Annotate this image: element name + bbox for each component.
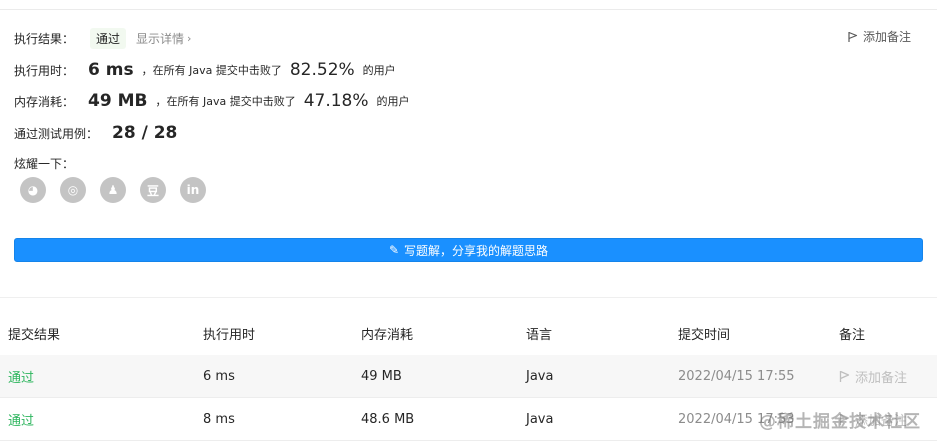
flag-icon [839,370,850,382]
wechat-icon[interactable]: ◕ [20,177,46,203]
memory-suffix: 的用户 [376,95,410,108]
row-memory: 49 MB [361,369,402,384]
share-row: 炫耀一下： [14,155,74,172]
header-time: 提交时间 [678,328,731,343]
pencil-icon: ✎ [388,243,400,257]
section-divider [0,297,937,298]
tests-value: 28 / 28 [112,123,178,143]
row-time: 2022/04/15 17:55 [678,369,795,384]
header-status: 提交结果 [8,328,61,343]
memory-row: 内存消耗： 49 MB ，在所有 Java 提交中击败了 47.18% 的用户 [14,91,410,111]
memory-prefix: ，在所有 Java 提交中击败了 [155,95,296,108]
status-badge: 通过 [90,28,127,49]
runtime-value: 6 ms [88,60,134,80]
runtime-percent: 82.52% [289,60,355,80]
result-row: 执行结果： 通过 显示详情 › [14,28,191,49]
runtime-label: 执行用时： [14,63,75,78]
flag-icon [848,31,858,42]
watermark: @稀土掘金技术社区 [759,412,921,432]
row-add-note-label: 添加备注 [855,371,908,386]
result-label: 执行结果： [14,32,75,46]
row-runtime: 8 ms [203,412,235,427]
runtime-prefix: ，在所有 Java 提交中击败了 [141,64,282,77]
show-details-label: 显示详情 [136,32,185,46]
show-details-link[interactable]: 显示详情 › [136,30,191,47]
row-runtime: 6 ms [203,369,235,384]
memory-percent: 47.18% [303,91,369,111]
header-note: 备注 [839,328,866,343]
memory-value: 49 MB [88,91,148,111]
row-language: Java [526,369,554,384]
qq-icon[interactable]: ♟ [100,177,126,203]
row-memory: 48.6 MB [361,412,415,427]
header-runtime: 执行用时 [203,328,256,343]
douban-icon[interactable]: 豆 [140,177,166,203]
weibo-icon[interactable]: ◎ [60,177,86,203]
write-solution-label: 写题解，分享我的解题思路 [404,243,549,258]
memory-label: 内存消耗： [14,94,75,109]
linkedin-icon[interactable]: in [180,177,206,203]
submission-status-link[interactable]: 通过 [8,410,34,429]
header-language: 语言 [526,328,553,343]
table-row: 通过 6 ms 49 MB Java 2022/04/15 17:55 添加备注 [0,355,937,398]
chevron-right-icon: › [187,32,192,45]
submission-status-link[interactable]: 通过 [8,367,34,386]
row-language: Java [526,412,554,427]
runtime-suffix: 的用户 [362,64,396,77]
table-header: 提交结果 执行用时 内存消耗 语言 提交时间 备注 [0,312,937,355]
add-note-button[interactable]: 添加备注 [848,28,911,45]
header-memory: 内存消耗 [361,328,414,343]
top-divider [0,9,937,10]
tests-label: 通过测试用例： [14,126,99,141]
row-add-note-button[interactable]: 添加备注 [839,367,907,386]
runtime-row: 执行用时： 6 ms ，在所有 Java 提交中击败了 82.52% 的用户 [14,60,396,80]
share-label: 炫耀一下： [14,157,75,171]
write-solution-button[interactable]: ✎ 写题解，分享我的解题思路 [14,238,923,262]
tests-row: 通过测试用例： 28 / 28 [14,123,177,143]
row-divider [0,440,937,441]
add-note-label: 添加备注 [862,30,911,44]
share-buttons: ◕ ◎ ♟ 豆 in [20,177,206,203]
